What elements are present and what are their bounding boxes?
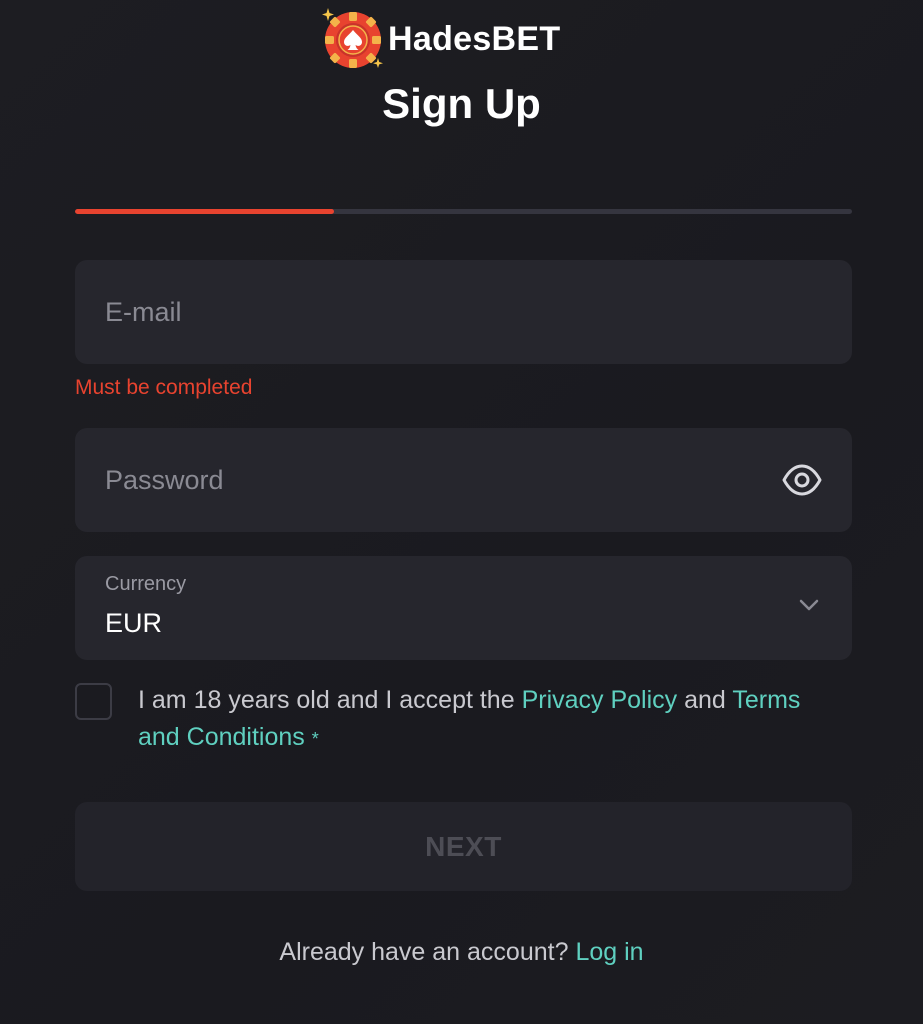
consent-text: I am 18 years old and I accept the Priva… [138, 682, 848, 758]
currency-select[interactable]: Currency EUR [75, 556, 852, 660]
brand-logo[interactable]: HadesBET [320, 4, 560, 74]
currency-value: EUR [105, 608, 163, 638]
login-link[interactable]: Log in [575, 938, 643, 966]
signup-progress-bar [75, 209, 852, 214]
currency-label: Currency [105, 573, 187, 595]
chevron-down-icon[interactable] [798, 598, 820, 612]
password-field[interactable] [75, 428, 852, 532]
password-input[interactable] [105, 428, 745, 532]
privacy-policy-link[interactable]: Privacy Policy [522, 686, 678, 714]
required-marker: * [311, 729, 319, 749]
email-field[interactable] [75, 260, 852, 364]
login-prompt-text: Already have an account? [279, 938, 569, 966]
login-prompt: Already have an account? Log in [0, 938, 923, 967]
signup-progress-fill [75, 209, 334, 214]
poker-chip-logo-icon [322, 8, 383, 68]
brand-name: HadesBET [388, 19, 561, 58]
consent-text-before: I am 18 years old and I accept the [138, 686, 515, 714]
consent-text-middle: and [684, 686, 726, 714]
eye-icon[interactable] [782, 462, 822, 498]
email-error-message: Must be completed [75, 376, 253, 399]
page-title: Sign Up [382, 80, 541, 127]
signup-page: HadesBET Sign Up Must be completed Curre… [0, 0, 923, 1024]
age-consent-checkbox[interactable] [75, 683, 112, 720]
email-input[interactable] [105, 260, 745, 364]
next-button[interactable]: NEXT [75, 802, 852, 891]
